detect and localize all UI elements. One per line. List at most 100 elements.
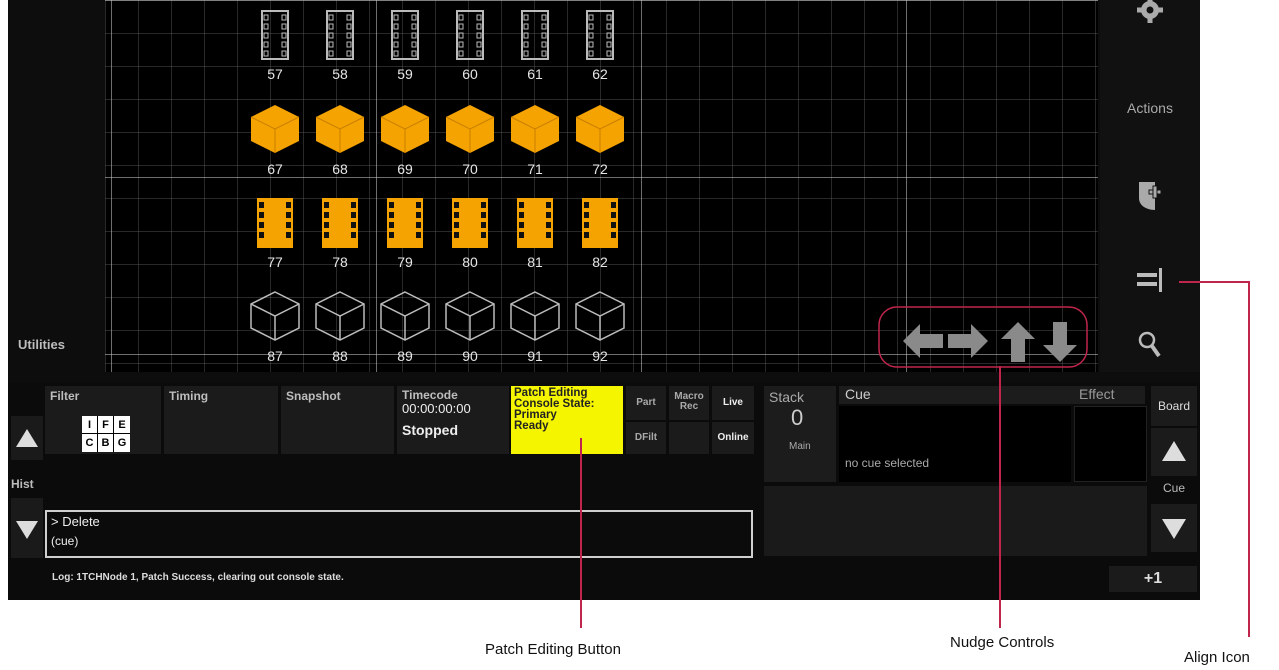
fixture-number: 58 [332, 66, 348, 82]
patch-editing-button[interactable]: Patch Editing Console State: Primary Rea… [511, 386, 623, 454]
fixture-92[interactable]: 92 [570, 290, 630, 364]
fixture-77[interactable]: 77 [245, 198, 305, 270]
fixture-number: 91 [527, 348, 543, 364]
empty-key[interactable] [669, 422, 709, 454]
fixture-number: 62 [592, 66, 608, 82]
gear-icon[interactable] [1100, 0, 1200, 30]
fixture-number: 71 [527, 161, 543, 177]
fixture-number: 68 [332, 161, 348, 177]
snapshot-button[interactable]: Snapshot [281, 386, 394, 454]
fixture-59[interactable]: 59 [375, 10, 435, 82]
fixture-70[interactable]: 70 [440, 103, 500, 177]
fixture-62[interactable]: 62 [570, 10, 630, 82]
fixture-72[interactable]: 72 [570, 103, 630, 177]
filter-key: F [98, 416, 114, 434]
stack-panel[interactable]: Stack 0 Main [764, 386, 836, 482]
fixture-91[interactable]: 91 [505, 290, 565, 364]
fixture-number: 70 [462, 161, 478, 177]
fixture-88[interactable]: 88 [310, 290, 370, 364]
effect-area[interactable] [1074, 406, 1147, 482]
fixture-number: 69 [397, 161, 413, 177]
filter-key: C [82, 434, 98, 452]
fixture-61[interactable]: 61 [505, 10, 565, 82]
align-icon[interactable] [1100, 266, 1200, 294]
cue-up-button[interactable] [1151, 428, 1197, 476]
fixture-57[interactable]: 57 [245, 10, 305, 82]
fixture-87[interactable]: 87 [245, 290, 305, 364]
fixture-60[interactable]: 60 [440, 10, 500, 82]
filter-key: E [114, 416, 130, 434]
fixture-90[interactable]: 90 [440, 290, 500, 364]
filter-button[interactable]: Filter I F E C B G [45, 386, 161, 454]
fixture-number: 92 [592, 348, 608, 364]
timing-button[interactable]: Timing [164, 386, 278, 454]
fixture-58[interactable]: 58 [310, 10, 370, 82]
cue-small-label: Cue [1162, 481, 1185, 495]
fixture-78[interactable]: 78 [310, 198, 370, 270]
nudge-callout-frame [878, 306, 1088, 368]
align-callout-line-h [1179, 281, 1249, 283]
stack-value: 0 [791, 405, 804, 430]
actions-button[interactable]: Actions [1100, 100, 1200, 116]
plus-one-button[interactable]: +1 [1109, 566, 1197, 592]
macro-rec-button[interactable]: Macro Rec [669, 386, 709, 420]
dfilt-button[interactable]: DFilt [626, 422, 666, 454]
utilities-button[interactable]: Utilities [18, 337, 65, 352]
fixture-number: 57 [267, 66, 283, 82]
fixture-81[interactable]: 81 [505, 198, 565, 270]
fixture-number: 79 [397, 254, 413, 270]
board-button[interactable]: Board [1151, 386, 1197, 426]
hist-label: Hist [11, 477, 34, 491]
fixture-71[interactable]: 71 [505, 103, 565, 177]
right-toolbar: Actions [1100, 0, 1200, 372]
fixture-89[interactable]: 89 [375, 290, 435, 364]
fixture-number: 78 [332, 254, 348, 270]
stack-main: Main [789, 441, 811, 452]
fixture-number: 61 [527, 66, 543, 82]
patch-line: Ready [514, 420, 549, 432]
fixture-68[interactable]: 68 [310, 103, 370, 177]
app-window: 57 58 59 60 61 62 67 68 69 70 71 72 77 7… [8, 0, 1200, 600]
effect-label: Effect [1079, 386, 1115, 402]
filter-key: B [98, 434, 114, 452]
log-message: Log: 1TCHNode 1, Patch Success, clearing… [52, 572, 344, 583]
fixture-number: 90 [462, 348, 478, 364]
fixture-82[interactable]: 82 [570, 198, 630, 270]
timecode-status: Stopped [402, 422, 458, 438]
fixture-number: 59 [397, 66, 413, 82]
add-fixture-icon[interactable] [1100, 180, 1200, 212]
fixture-number: 87 [267, 348, 283, 364]
align-callout-label: Align Icon [1184, 649, 1250, 666]
search-icon[interactable] [1100, 330, 1200, 360]
cue-detail-area [764, 486, 1147, 556]
fixture-67[interactable]: 67 [245, 103, 305, 177]
online-button[interactable]: Online [712, 422, 754, 454]
filter-label: Filter [50, 389, 80, 403]
fixture-69[interactable]: 69 [375, 103, 435, 177]
command-hint: (cue) [51, 534, 79, 548]
fixture-number: 60 [462, 66, 478, 82]
fixture-79[interactable]: 79 [375, 198, 435, 270]
live-button[interactable]: Live [712, 386, 754, 420]
patch-callout-line [580, 438, 582, 628]
fixture-number: 72 [592, 161, 608, 177]
command-text: > Delete [51, 514, 100, 529]
cue-header: Cue Effect [839, 386, 1145, 404]
align-callout-line-v [1248, 281, 1250, 637]
fixture-number: 81 [527, 254, 543, 270]
timecode-value: 00:00:00:00 [402, 401, 471, 416]
cue-down-button[interactable] [1151, 504, 1197, 552]
fixture-number: 80 [462, 254, 478, 270]
filter-grid: I F E C B G [82, 416, 130, 452]
stack-label: Stack [769, 389, 805, 405]
timecode-panel[interactable]: Timecode 00:00:00:00 Stopped [397, 386, 509, 454]
fixture-80[interactable]: 80 [440, 198, 500, 270]
part-button[interactable]: Part [626, 386, 666, 420]
scroll-down-button[interactable] [11, 498, 43, 558]
cue-label: Cue [845, 386, 871, 402]
cue-list[interactable]: no cue selected [839, 406, 1071, 482]
snapshot-label: Snapshot [286, 389, 341, 403]
command-line[interactable]: > Delete (cue) [45, 510, 753, 558]
scroll-up-button[interactable] [11, 416, 43, 460]
filter-key: I [82, 416, 98, 434]
